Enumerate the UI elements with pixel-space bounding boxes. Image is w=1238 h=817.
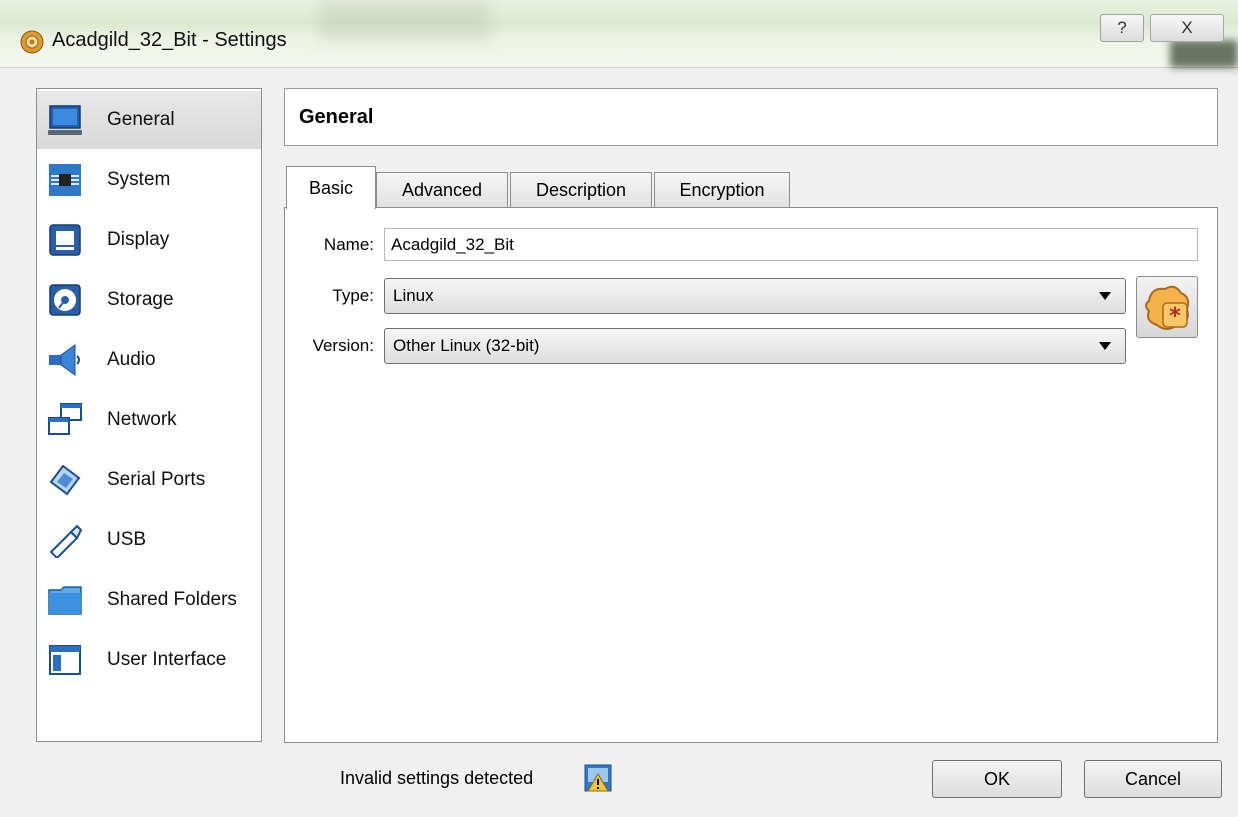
sidebar-item-label: System <box>107 169 171 190</box>
invalid-settings-text: Invalid settings detected <box>340 768 534 788</box>
tab-description[interactable]: Description <box>510 172 652 208</box>
os-type-icon: * <box>1136 276 1198 338</box>
window-icon <box>49 645 81 675</box>
sidebar-item-label: User Interface <box>107 649 227 670</box>
help-button[interactable]: ? <box>1100 14 1144 42</box>
tab-encryption[interactable]: Encryption <box>654 172 790 208</box>
chip-icon <box>49 164 81 196</box>
folder-icon <box>48 586 82 615</box>
sidebar-item-display[interactable]: Display <box>37 211 261 269</box>
sidebar-item-usb[interactable]: USB <box>37 511 261 569</box>
network-icon <box>48 403 82 435</box>
title-bar: Acadgild_32_Bit - Settings ? X <box>0 0 1238 68</box>
window-title: Acadgild_32_Bit - Settings <box>52 29 287 51</box>
name-label: Name: <box>323 235 374 254</box>
ok-button[interactable]: OK <box>932 760 1062 798</box>
sidebar-item-label: USB <box>107 529 147 550</box>
linux-os-icon: * <box>1145 285 1190 330</box>
sidebar-item-system[interactable]: System <box>37 151 261 209</box>
disk-icon <box>49 284 81 316</box>
sidebar-item-label: Network <box>107 409 177 430</box>
version-select-value: Other Linux (32-bit) <box>393 336 540 355</box>
sidebar-item-label: General <box>107 109 175 130</box>
sidebar-item-label: Display <box>107 229 170 250</box>
sidebar-item-serial-ports[interactable]: Serial Ports <box>37 451 261 509</box>
sidebar-item-user-interface[interactable]: User Interface <box>37 631 261 689</box>
page-title: General <box>299 106 374 128</box>
monitor-icon <box>48 105 82 135</box>
type-select[interactable]: Linux <box>384 278 1126 314</box>
cancel-button[interactable]: Cancel <box>1084 760 1222 798</box>
sidebar-item-general[interactable]: General <box>37 91 261 149</box>
sidebar-item-shared-folders[interactable]: Shared Folders <box>37 571 261 629</box>
speaker-icon <box>49 344 80 376</box>
sidebar-item-audio[interactable]: Audio <box>37 331 261 389</box>
warning-icon[interactable] <box>584 764 612 792</box>
name-input[interactable] <box>384 228 1198 261</box>
version-label: Version: <box>312 336 374 355</box>
sidebar-item-label: Serial Ports <box>107 469 206 490</box>
serial-port-icon <box>49 464 81 496</box>
sidebar-item-storage[interactable]: Storage <box>37 271 261 329</box>
version-select[interactable]: Other Linux (32-bit) <box>384 328 1126 364</box>
settings-sidebar: General System Display Storage Audio Net… <box>36 88 262 742</box>
usb-icon <box>49 524 83 558</box>
virtualbox-gear-icon <box>20 30 44 54</box>
type-label: Type: <box>332 286 374 305</box>
sidebar-item-label: Storage <box>107 289 174 310</box>
tab-basic[interactable]: Basic <box>286 166 376 209</box>
type-select-value: Linux <box>393 286 434 305</box>
dropdown-arrow-icon <box>1099 342 1111 350</box>
sidebar-item-network[interactable]: Network <box>37 391 261 449</box>
display-icon <box>49 224 81 256</box>
dropdown-arrow-icon <box>1099 292 1111 300</box>
close-button[interactable]: X <box>1150 14 1224 42</box>
section-header: General <box>284 88 1218 146</box>
sidebar-item-label: Audio <box>107 349 156 370</box>
svg-text:*: * <box>1169 304 1181 329</box>
sidebar-item-label: Shared Folders <box>107 589 237 610</box>
tab-advanced[interactable]: Advanced <box>376 172 508 208</box>
